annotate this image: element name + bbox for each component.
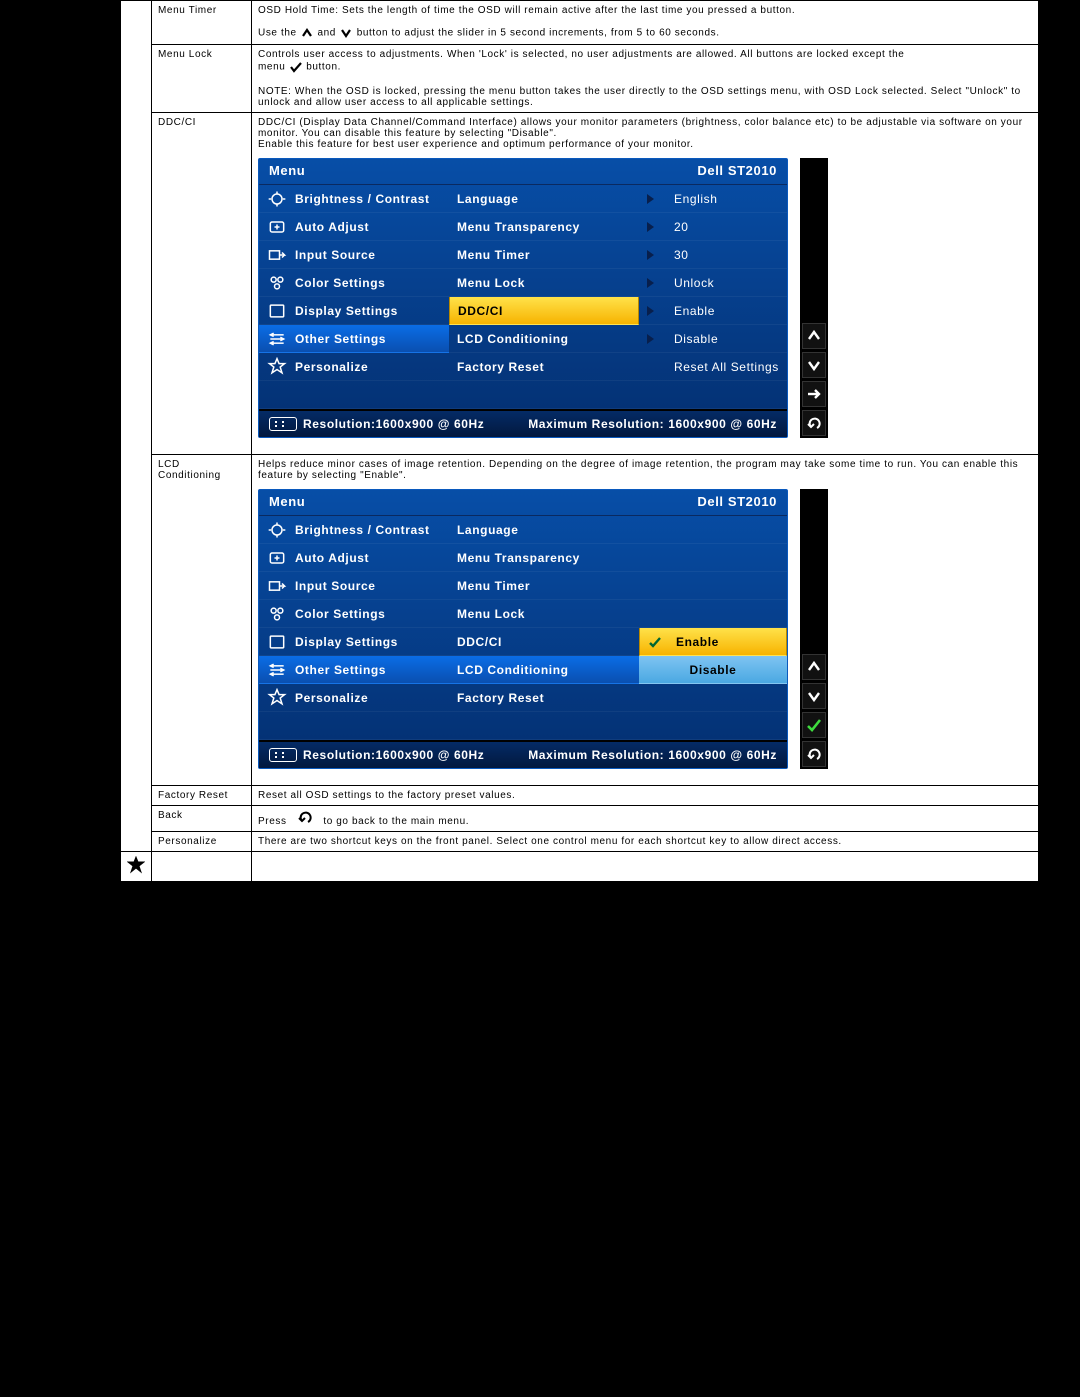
row-label-lcd: LCD Conditioning xyxy=(152,455,252,786)
osd-left-item[interactable]: Display Settings xyxy=(259,297,449,325)
osd-hw-button-back[interactable] xyxy=(802,741,826,767)
row-label-personalize: Personalize xyxy=(152,832,252,852)
osd-left-item[interactable]: Display Settings xyxy=(259,628,449,656)
cell-menu-timer: OSD Hold Time: Sets the length of time t… xyxy=(252,1,1039,45)
osd-model: Dell ST2010 xyxy=(697,163,777,178)
row-label-ddcci: DDC/CI xyxy=(152,113,252,455)
osd-mid-item[interactable]: DDC/CI xyxy=(449,628,639,656)
cell-back: Press to go back to the main menu. xyxy=(252,806,1039,832)
osd-mid-item[interactable]: Menu Lock xyxy=(449,269,639,297)
osd-value-item[interactable]: 20 xyxy=(639,213,787,241)
osd-left-item[interactable]: Brightness / Contrast xyxy=(259,185,449,213)
osd-left-item[interactable]: Other Settings xyxy=(259,325,449,353)
osd-panel-ddcci: Menu Dell ST2010 Brightness / ContrastAu… xyxy=(258,158,788,438)
osd-hw-button-check[interactable] xyxy=(802,712,826,738)
osd-value-item[interactable]: Disable xyxy=(639,325,787,353)
osd-value-item[interactable]: Reset All Settings xyxy=(639,353,787,381)
connector-icon xyxy=(269,417,297,431)
osd-left-item[interactable]: Color Settings xyxy=(259,600,449,628)
osd-mid-item[interactable]: Menu Lock xyxy=(449,600,639,628)
row-label-back: Back xyxy=(152,806,252,832)
osd-mid-item[interactable]: LCD Conditioning xyxy=(449,656,639,684)
cell-factory: Reset all OSD settings to the factory pr… xyxy=(252,786,1039,806)
osd-left-item[interactable]: Color Settings xyxy=(259,269,449,297)
osd-model: Dell ST2010 xyxy=(697,494,777,509)
osd-hw-button-down[interactable] xyxy=(802,352,826,378)
osd-mid-item[interactable]: DDC/CI xyxy=(449,297,639,325)
osd-mid-item[interactable]: Language xyxy=(449,516,639,544)
osd-left-item[interactable]: Auto Adjust xyxy=(259,544,449,572)
osd-left-item[interactable]: Personalize xyxy=(259,353,449,381)
check-icon xyxy=(289,60,303,74)
row-label-factory: Factory Reset xyxy=(152,786,252,806)
osd-mid-item[interactable]: Menu Transparency xyxy=(449,213,639,241)
osd-hw-button-down[interactable] xyxy=(802,683,826,709)
connector-icon xyxy=(269,748,297,762)
osd-left-item[interactable]: Auto Adjust xyxy=(259,213,449,241)
osd-left-item[interactable]: Input Source xyxy=(259,572,449,600)
down-arrow-icon xyxy=(339,26,353,40)
osd-left-item[interactable]: Other Settings xyxy=(259,656,449,684)
cell-lcd: Helps reduce minor cases of image retent… xyxy=(252,455,1039,786)
osd-button-strip xyxy=(800,489,828,769)
osd-panel-lcd: Menu Dell ST2010 Brightness / ContrastAu… xyxy=(258,489,788,769)
back-icon xyxy=(296,810,314,824)
osd-mid-item[interactable]: Menu Transparency xyxy=(449,544,639,572)
row-label-menu-timer: Menu Timer xyxy=(152,1,252,45)
osd-mid-item[interactable]: Menu Timer xyxy=(449,572,639,600)
osd-mid-item[interactable]: Language xyxy=(449,185,639,213)
osd-value-item[interactable]: English xyxy=(639,185,787,213)
osd-value-item[interactable]: Unlock xyxy=(639,269,787,297)
osd-mid-item[interactable]: LCD Conditioning xyxy=(449,325,639,353)
osd-left-item[interactable]: Personalize xyxy=(259,684,449,712)
osd-mid-item[interactable]: Menu Timer xyxy=(449,241,639,269)
osd-button-strip xyxy=(800,158,828,438)
osd-value-item[interactable]: Enable xyxy=(639,297,787,325)
up-arrow-icon xyxy=(300,26,314,40)
row-label-menu-lock: Menu Lock xyxy=(152,45,252,113)
osd-title: Menu xyxy=(269,163,305,178)
star-icon xyxy=(127,856,145,874)
osd-hw-button-right[interactable] xyxy=(802,381,826,407)
osd-title: Menu xyxy=(269,494,305,509)
osd-left-item[interactable]: Brightness / Contrast xyxy=(259,516,449,544)
osd-hw-button-back[interactable] xyxy=(802,410,826,436)
osd-option-disable[interactable]: Disable xyxy=(639,656,787,684)
osd-left-item[interactable]: Input Source xyxy=(259,241,449,269)
osd-option-enable[interactable]: Enable xyxy=(639,628,787,656)
osd-mid-item[interactable]: Factory Reset xyxy=(449,353,639,381)
osd-hw-button-up[interactable] xyxy=(802,654,826,680)
osd-value-item[interactable]: 30 xyxy=(639,241,787,269)
cell-personalize: There are two shortcut keys on the front… xyxy=(252,832,1039,852)
osd-hw-button-up[interactable] xyxy=(802,323,826,349)
cell-ddcci: DDC/CI (Display Data Channel/Command Int… xyxy=(252,113,1039,455)
osd-mid-item[interactable]: Factory Reset xyxy=(449,684,639,712)
cell-menu-lock: Controls user access to adjustments. Whe… xyxy=(252,45,1039,113)
